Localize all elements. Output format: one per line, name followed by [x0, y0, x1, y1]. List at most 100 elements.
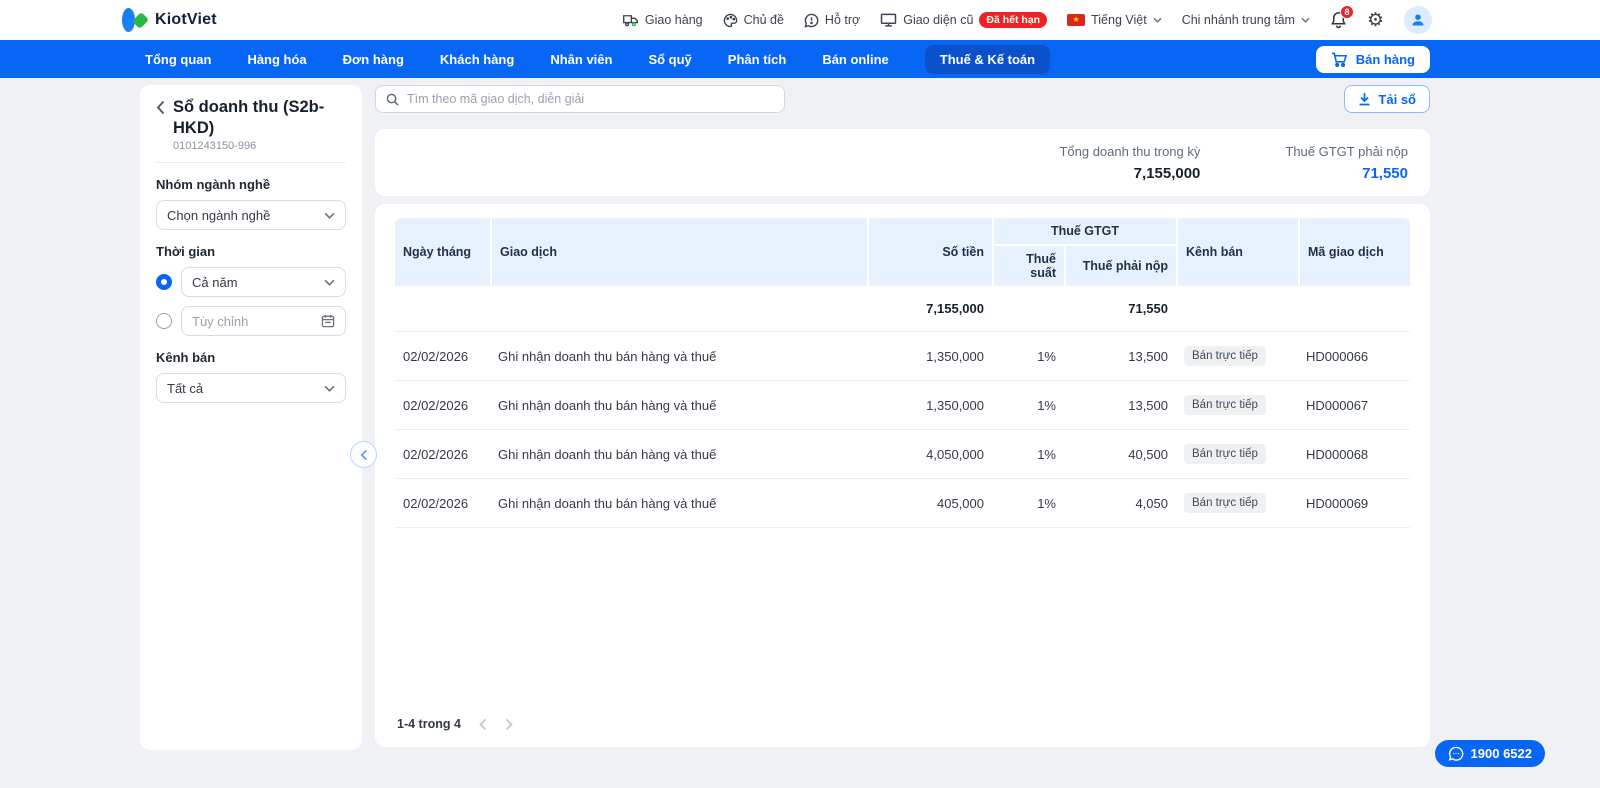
download-book-button[interactable]: Tải sổ [1344, 85, 1430, 113]
logo-text: KiotViet [155, 11, 217, 28]
old-ui-label: Giao diện cũ [903, 13, 974, 27]
language-label: Tiếng Việt [1091, 13, 1147, 27]
tab-ban-online[interactable]: Bán online [822, 52, 888, 67]
chevron-right-icon [505, 718, 513, 730]
vat-due-label: Thuế GTGT phải nộp [1285, 143, 1408, 159]
cell-code: HD000068 [1298, 430, 1410, 479]
back-button[interactable] [156, 100, 165, 152]
settings-gear-icon[interactable]: ⚙ [1367, 11, 1384, 30]
cell-transaction: Ghi nhận doanh thu bán hàng và thuế [490, 332, 867, 381]
transaction-search[interactable] [375, 85, 785, 113]
cell-code: HD000067 [1298, 381, 1410, 430]
notifications-button[interactable]: 8 [1330, 5, 1354, 29]
tab-thue-ke-toan[interactable]: Thuế & Kế toán [924, 44, 1051, 74]
download-button-label: Tải sổ [1378, 91, 1416, 107]
tab-don-hang[interactable]: Đơn hàng [343, 52, 404, 67]
total-revenue-stat: Tổng doanh thu trong kỳ 7,155,000 [1059, 144, 1200, 182]
col-header-transaction[interactable]: Giao dịch [490, 218, 867, 286]
branch-selector[interactable]: Chi nhánh trung tâm [1182, 13, 1310, 27]
cell-tax-due: 13,500 [1064, 332, 1176, 381]
vat-due-value: 71,550 [1362, 164, 1408, 182]
col-header-channel[interactable]: Kênh bán [1176, 218, 1298, 286]
cell-tax-rate: 1% [992, 332, 1064, 381]
search-input[interactable] [407, 92, 774, 106]
person-icon [1412, 14, 1424, 26]
total-revenue-value: 7,155,000 [1133, 164, 1201, 182]
delivery-label: Giao hàng [644, 13, 703, 27]
main-content: Tải sổ Tổng doanh thu trong kỳ 7,155,000… [375, 85, 1430, 747]
download-icon [1358, 92, 1371, 106]
channel-badge: Bán trực tiếp [1184, 444, 1266, 464]
calendar-icon [321, 314, 335, 328]
channel-badge: Bán trực tiếp [1184, 395, 1266, 415]
pagination-next-button[interactable] [505, 718, 513, 731]
tab-so-quy[interactable]: Sổ quỹ [648, 52, 691, 67]
filter-sidebar: Sổ doanh thu (S2b-HKD) 0101243150-996 Nh… [140, 85, 362, 750]
kiotviet-logo[interactable]: KiotViet [122, 7, 217, 33]
industry-select-value: Chọn ngành nghề [167, 207, 271, 223]
total-revenue-label: Tổng doanh thu trong kỳ [1059, 143, 1201, 159]
user-avatar[interactable] [1404, 6, 1432, 34]
total-tax-due: 71,550 [1064, 286, 1176, 332]
sidebar-collapse-button[interactable] [350, 441, 377, 468]
channel-badge: Bán trực tiếp [1184, 346, 1266, 366]
cell-tax-due: 13,500 [1064, 381, 1176, 430]
cell-date: 02/02/2026 [395, 332, 490, 381]
industry-select[interactable]: Chọn ngành nghề [156, 200, 346, 231]
monitor-icon [880, 13, 897, 27]
chevron-left-icon [156, 100, 165, 115]
tab-nhan-vien[interactable]: Nhân viên [550, 52, 612, 67]
search-icon [386, 93, 399, 106]
chevron-left-icon [479, 718, 487, 730]
theme-menu-item[interactable]: Chủ đề [723, 13, 784, 28]
revenue-table: Ngày tháng Giao dịch Số tiền Thuế GTGT K… [395, 218, 1410, 528]
vat-due-stat: Thuế GTGT phải nộp 71,550 [1285, 144, 1408, 182]
custom-date-input[interactable] [192, 313, 321, 329]
time-preset-radio[interactable] [156, 274, 172, 291]
sell-button[interactable]: Bán hàng [1315, 45, 1430, 73]
col-header-vat-group[interactable]: Thuế GTGT [992, 218, 1176, 244]
support-label: Hỗ trợ [824, 13, 861, 27]
palette-icon [723, 13, 738, 28]
tab-tong-quan[interactable]: Tổng quan [145, 52, 211, 67]
cell-tax-rate: 1% [992, 381, 1064, 430]
col-header-amount[interactable]: Số tiền [867, 218, 992, 286]
pagination-prev-button[interactable] [479, 718, 487, 731]
delivery-menu-item[interactable]: Giao hàng [622, 13, 703, 27]
table-row[interactable]: 02/02/2026 Ghi nhận doanh thu bán hàng v… [395, 479, 1410, 528]
theme-label: Chủ đề [743, 13, 784, 27]
col-header-tax-due[interactable]: Thuế phải nộp [1064, 244, 1176, 286]
tab-khach-hang[interactable]: Khách hàng [440, 52, 514, 67]
tab-hang-hoa[interactable]: Hàng hóa [247, 52, 306, 67]
support-chat-icon [804, 13, 819, 28]
cell-tax-due: 40,500 [1064, 430, 1176, 479]
col-header-code[interactable]: Mã giao dịch [1298, 218, 1410, 286]
language-selector[interactable]: ★ Tiếng Việt [1067, 13, 1162, 27]
branch-label: Chi nhánh trung tâm [1181, 13, 1295, 27]
cell-tax-rate: 1% [992, 479, 1064, 528]
col-header-tax-rate[interactable]: Thuế suất [992, 244, 1064, 286]
time-range-select[interactable]: Cả năm [181, 267, 346, 298]
table-row[interactable]: 02/02/2026 Ghi nhận doanh thu bán hàng v… [395, 332, 1410, 381]
cell-amount: 405,000 [867, 479, 992, 528]
col-header-date[interactable]: Ngày tháng [395, 218, 490, 286]
sell-button-label: Bán hàng [1355, 51, 1415, 67]
channel-select-value: Tất cả [167, 380, 204, 396]
custom-date-input-wrap[interactable] [181, 306, 346, 337]
table-row[interactable]: 02/02/2026 Ghi nhận doanh thu bán hàng v… [395, 430, 1410, 479]
channel-filter-label: Kênh bán [156, 350, 216, 366]
channel-select[interactable]: Tất cả [156, 373, 346, 404]
revenue-table-card: Ngày tháng Giao dịch Số tiền Thuế GTGT K… [375, 204, 1430, 747]
cell-date: 02/02/2026 [395, 381, 490, 430]
cell-date: 02/02/2026 [395, 479, 490, 528]
old-ui-menu-item[interactable]: Giao diện cũ Đã hết hạn [880, 12, 1048, 28]
cell-tax-rate: 1% [992, 430, 1064, 479]
tab-phan-tich[interactable]: Phân tích [728, 52, 787, 67]
support-hotline-button[interactable]: 1900 6522 [1434, 740, 1545, 767]
time-custom-radio[interactable] [156, 313, 172, 330]
chevron-left-icon [360, 449, 367, 460]
hotline-number: 1900 6522 [1470, 746, 1532, 761]
pagination-range: 1-4 trong 4 [397, 717, 461, 731]
table-row[interactable]: 02/02/2026 Ghi nhận doanh thu bán hàng v… [395, 381, 1410, 430]
support-menu-item[interactable]: Hỗ trợ [804, 13, 860, 28]
